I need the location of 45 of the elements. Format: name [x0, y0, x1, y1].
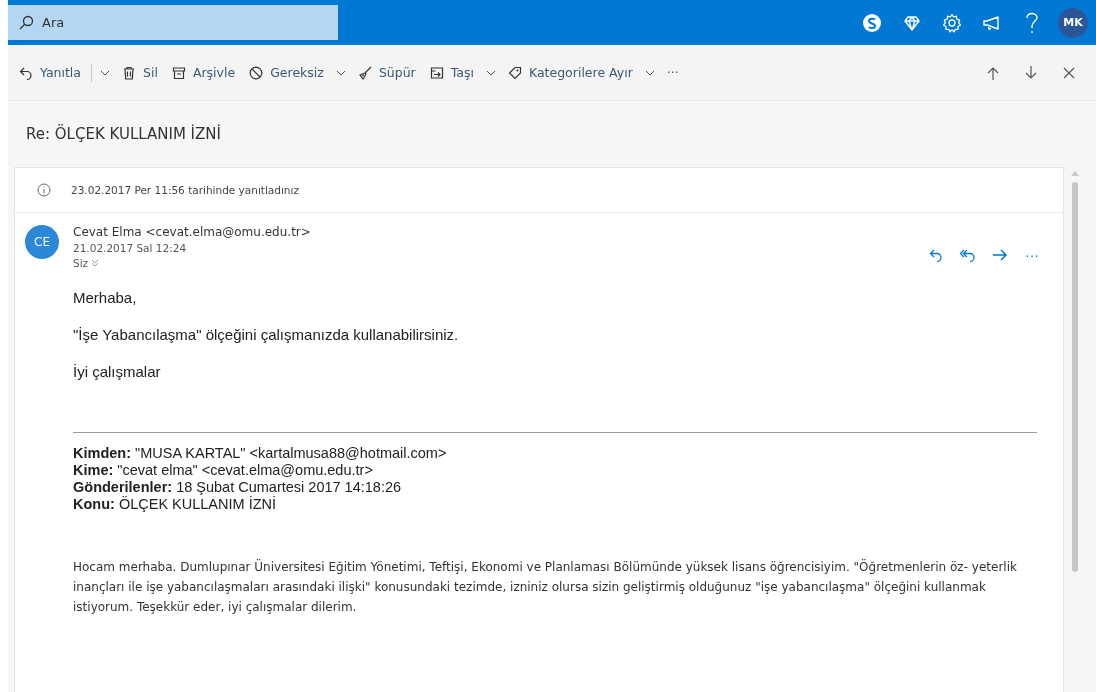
archive-icon [171, 65, 186, 80]
caret-icon [644, 69, 655, 76]
junk-icon [249, 65, 264, 80]
quoted-header-line: Kime: "cevat elma" <cevat.elma@omu.edu.tr> [73, 462, 374, 479]
message-date: 21.02.2017 Sal 12:24 [73, 242, 188, 254]
expand-icon [91, 259, 100, 267]
quoted-header-line: Konu: ÖLÇEK KULLANIM İZNİ [73, 496, 278, 513]
down-arrow-icon [1024, 65, 1038, 80]
search-icon [18, 15, 34, 31]
quoted-message-text: Hocam merhaba. Dumlupınar Üniversitesi Eğitim Yönetimi, Teftişi, Ekonomi ve Planlaması Bölümünde yüksek lisans öğrencisiyim. "Öğretmenlerin öz- yeterlik inançları ile işe yabancılaşmaları arasındaki ilişki" konusundaki tezimde, izniniz olursa sizin geliştirmiş olduğunuz "işe yabancılaşma" ölçeğini kullanmak istiyorum. Teşekkür eder, iyi çalışmalar dilerim. [73, 558, 1018, 616]
up-arrow-icon [986, 65, 1000, 80]
toolbar-button[interactable]: Kategorilere Ayır [502, 61, 638, 84]
caret-icon [335, 69, 346, 76]
message-paragraph: "İşe Yabancılaşma" ölçeğini çalışmanızda kullanabilirsiniz. [73, 326, 460, 343]
toolbar-button[interactable]: Süpür [352, 61, 421, 84]
move-icon [429, 65, 444, 80]
message-paragraph: İyi çalışmalar [73, 363, 162, 380]
sweep-icon [357, 65, 372, 80]
info-icon [37, 183, 51, 197]
reply-all-icon [959, 248, 977, 262]
toolbar-button[interactable]: Arşivle [166, 61, 241, 84]
caret-icon [485, 69, 496, 76]
message-paragraph: Merhaba, [73, 289, 138, 306]
sender-avatar: CE [25, 225, 59, 259]
close-icon [1062, 65, 1076, 80]
reply-notice: 23.02.2017 Per 11:56 tarihinde yanıtladınız [71, 184, 299, 196]
caret-icon [100, 69, 110, 76]
toolbar-button[interactable]: Taşı [424, 61, 479, 84]
search-field[interactable]: Ara [8, 5, 338, 40]
quoted-header-line: Gönderilenler: 18 Şubat Cumartesi 2017 14:18:26 [73, 479, 403, 496]
toolbar-button[interactable]: Sil [117, 61, 163, 84]
user-avatar[interactable]: MK [1058, 7, 1088, 38]
toolbar-button[interactable]: Gereksiz [244, 61, 329, 84]
toolbar-button[interactable]: Yanıtla [14, 61, 86, 84]
recipient-toggle[interactable]: Siz [73, 257, 923, 269]
more-button[interactable]: ··· [1019, 243, 1045, 267]
reply-icon [19, 65, 33, 80]
categorize-icon [507, 65, 522, 80]
reply-icon [929, 248, 943, 262]
more-button[interactable]: ··· [661, 61, 684, 84]
sender-name: Cevat Elma <cevat.elma@omu.edu.tr> [73, 225, 312, 239]
quoted-header-line: Kimden: "MUSA KARTAL" <kartalmusa88@hotmail.com> [73, 445, 448, 462]
delete-icon [122, 65, 136, 80]
email-subject: Re: ÖLÇEK KULLANIM İZNİ [25, 123, 222, 145]
forward-icon [992, 248, 1008, 262]
